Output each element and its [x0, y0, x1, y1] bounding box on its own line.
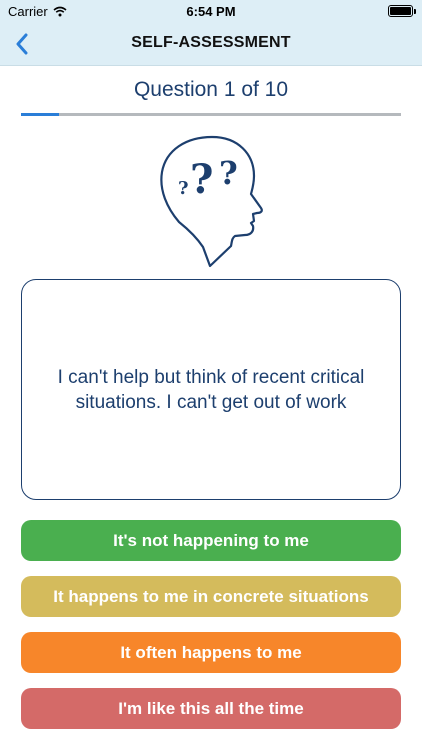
question-counter: Question 1 of 10 [133, 78, 289, 101]
question-text: I can't help but think of recent critica… [57, 366, 365, 413]
answer-button-always[interactable]: I'm like this all the time [21, 688, 401, 729]
progress-track [21, 113, 401, 116]
header: Carrier 6:54 PM SELF-ASSESSMENT [0, 0, 422, 66]
svg-text:?: ? [219, 154, 238, 192]
svg-text:?: ? [178, 178, 189, 199]
answer-button-never[interactable]: It's not happening to me [21, 520, 401, 561]
clock: 6:54 PM [186, 4, 236, 19]
svg-text:?: ? [190, 156, 213, 203]
battery-icon [388, 5, 416, 17]
answer-button-sometimes[interactable]: It happens to me in concrete situations [21, 576, 401, 617]
answer-button-often[interactable]: It often happens to me [21, 632, 401, 673]
head-question-marks-icon: ? ? ? [160, 135, 263, 268]
page-title: SELF-ASSESSMENT [131, 34, 291, 51]
status-bar: Carrier 6:54 PM [0, 0, 422, 22]
nav-bar: SELF-ASSESSMENT [0, 22, 422, 66]
question-card: I can't help but think of recent critica… [21, 279, 401, 500]
progress-bar [21, 113, 59, 116]
